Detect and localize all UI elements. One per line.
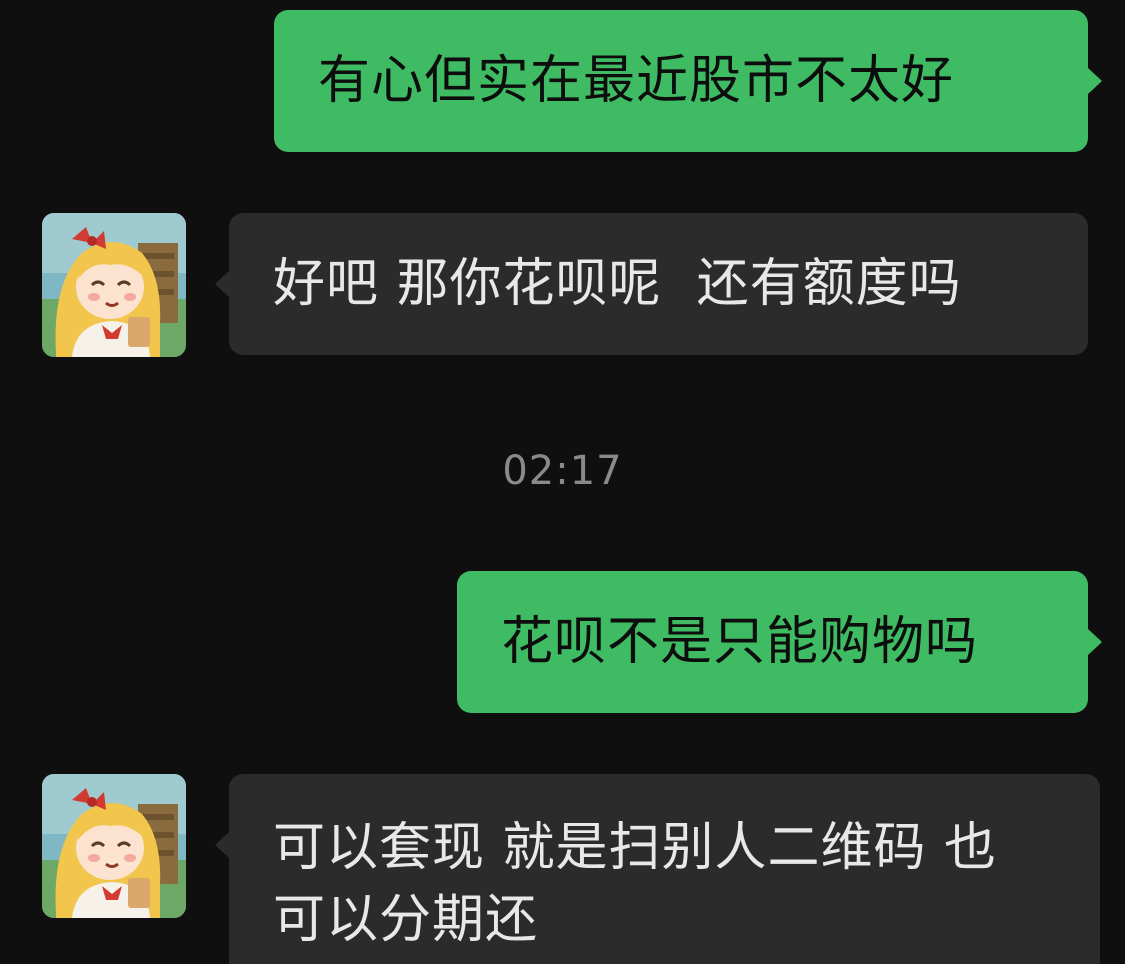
contact-avatar[interactable] <box>42 774 186 918</box>
cartoon-girl-avatar-icon <box>42 774 186 918</box>
message-text-line-2: 可以分期还 <box>273 890 539 950</box>
bubble-tail <box>1088 629 1102 655</box>
message-text: 花呗不是只能购物吗 <box>501 612 979 672</box>
message-text: 好吧 那你花呗呢 还有额度吗 <box>273 254 962 314</box>
chat-thread: 有心但实在最近股市不太好 好吧 那你花呗呢 还有额度吗 02:17 花呗不是只能… <box>0 0 1125 964</box>
bubble-tail <box>215 271 229 297</box>
message-text: 有心但实在最近股市不太好 <box>318 51 955 111</box>
contact-avatar[interactable] <box>42 213 186 357</box>
message-bubble-received[interactable]: 可以套现 就是扫别人二维码 也 可以分期还 <box>215 774 1100 964</box>
message-bubble-sent[interactable]: 花呗不是只能购物吗 <box>457 571 1102 713</box>
message-bubble-sent[interactable]: 有心但实在最近股市不太好 <box>274 10 1102 152</box>
bubble-tail <box>215 832 229 858</box>
bubble-tail <box>1088 68 1102 94</box>
cartoon-girl-avatar-icon <box>42 213 186 357</box>
message-text-line-1: 可以套现 就是扫别人二维码 也 <box>273 818 998 878</box>
message-bubble-received[interactable]: 好吧 那你花呗呢 还有额度吗 <box>215 213 1088 355</box>
timestamp: 02:17 <box>502 448 623 494</box>
